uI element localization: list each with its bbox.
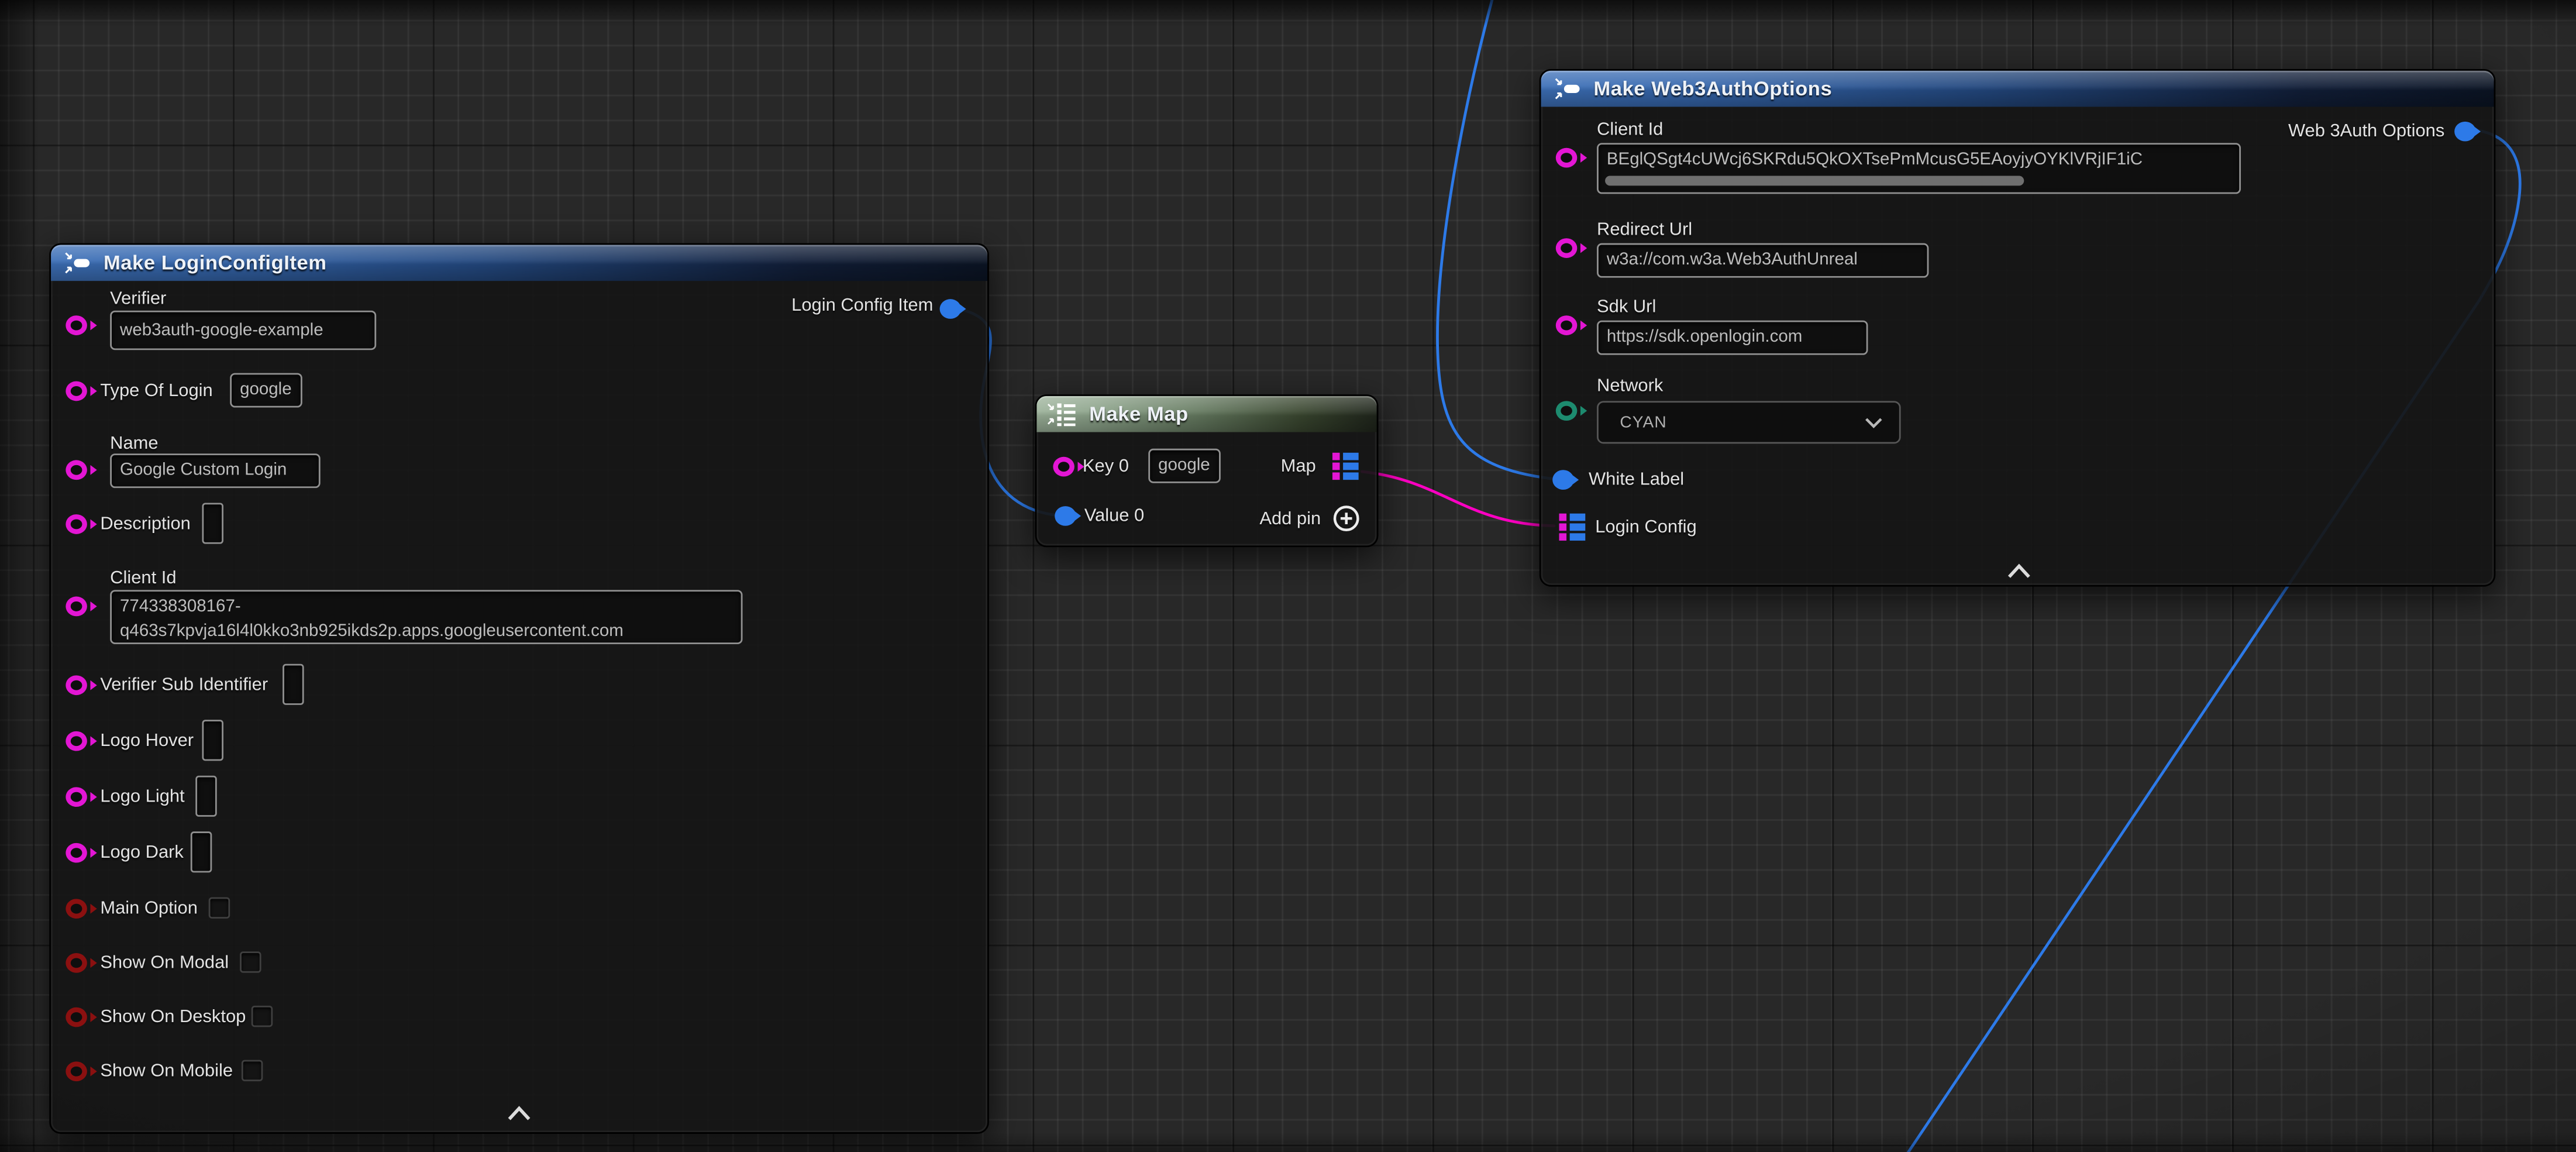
pin-label: Show On Desktop (100, 1007, 246, 1027)
pin-label: Login Config (1595, 518, 1697, 538)
blueprint-graph-canvas[interactable]: Make LoginConfigItem Login Config Item V… (0, 0, 2576, 1152)
chevron-down-icon (1865, 417, 1883, 428)
network-selected-value: CYAN (1620, 413, 1666, 431)
input-pin-white-label[interactable] (1552, 470, 1574, 490)
pin-label: Description (100, 514, 191, 534)
input-pin-redirect-url[interactable] (1556, 238, 1578, 258)
input-pin-logo-hover[interactable] (66, 731, 87, 751)
node-title: Make Map (1089, 403, 1189, 425)
node-header-make-web3authoptions[interactable]: Make Web3AuthOptions (1541, 71, 2494, 107)
pin-label: Type Of Login (100, 381, 212, 401)
node-make-web3authoptions[interactable]: Make Web3AuthOptions Web 3Auth Options C… (1540, 69, 2496, 587)
pin-label: Verifier Sub Identifier (100, 675, 268, 695)
input-pin-network[interactable] (1556, 401, 1578, 421)
input-pin-type-of-login[interactable] (66, 381, 87, 401)
input-pin-show-on-modal[interactable] (66, 953, 87, 973)
pin-label: Show On Modal (100, 953, 229, 973)
client-id-line1: 774338308167- (120, 597, 241, 617)
input-pin-client-id[interactable] (1556, 148, 1578, 168)
output-pin-login-config-item[interactable] (940, 299, 962, 319)
show-on-desktop-checkbox[interactable] (252, 1006, 273, 1027)
pin-label: White Label (1589, 470, 1684, 490)
type-of-login-input[interactable]: google (230, 373, 302, 408)
input-pin-verifier-sub-identifier[interactable] (66, 675, 87, 695)
name-input[interactable]: Google Custom Login (110, 453, 321, 488)
input-pin-main-option[interactable] (66, 899, 87, 919)
node-title: Make Web3AuthOptions (1593, 77, 1832, 100)
output-pin-map[interactable] (1332, 452, 1359, 482)
verifier-sub-identifier-input[interactable] (283, 664, 304, 705)
input-pin-name[interactable] (66, 460, 87, 480)
collapse-chevron-icon[interactable] (2006, 563, 2032, 578)
logo-hover-input[interactable] (202, 720, 223, 761)
collapse-chevron-icon[interactable] (506, 1106, 532, 1120)
output-pin-label: Login Config Item (791, 296, 933, 316)
sdk-url-input[interactable]: https://sdk.openlogin.com (1597, 321, 1868, 355)
input-pin-logo-light[interactable] (66, 787, 87, 807)
pin-label: Sdk Url (1597, 297, 1656, 317)
input-pin-key0[interactable] (1053, 457, 1075, 477)
output-pin-label: Web 3Auth Options (2288, 122, 2444, 142)
logo-light-input[interactable] (195, 776, 217, 817)
pin-label: Redirect Url (1597, 220, 1692, 240)
pin-label: Value 0 (1084, 506, 1145, 526)
show-on-modal-checkbox[interactable] (240, 951, 261, 973)
add-pin-button[interactable] (1332, 504, 1361, 532)
input-pin-logo-dark[interactable] (66, 843, 87, 863)
input-pin-description[interactable] (66, 514, 87, 534)
pin-label: Main Option (100, 899, 198, 919)
input-pin-verifier[interactable] (66, 315, 87, 335)
pin-label: Show On Mobile (100, 1061, 233, 1081)
input-pin-sdk-url[interactable] (1556, 315, 1578, 335)
key0-input[interactable]: google (1148, 449, 1221, 483)
redirect-url-input[interactable]: w3a://com.w3a.Web3AuthUnreal (1597, 243, 1928, 278)
field-scrollbar[interactable] (1605, 176, 2024, 186)
client-id-input[interactable]: BEglQSgt4cUWcj6SKRdu5QkOXTsePmMcusG5EAoy… (1597, 143, 2241, 194)
output-pin-web3auth-options[interactable] (2454, 122, 2476, 142)
wire-map-to-loginconfig[interactable] (1362, 472, 1554, 526)
make-map-icon (1046, 401, 1077, 427)
show-on-mobile-checkbox[interactable] (242, 1060, 263, 1082)
pin-label: Logo Light (100, 787, 184, 807)
node-title: Make LoginConfigItem (104, 252, 327, 274)
network-dropdown[interactable]: CYAN (1597, 401, 1901, 443)
pin-label: Key 0 (1083, 457, 1129, 477)
node-header-make-loginconfigitem[interactable]: Make LoginConfigItem (51, 245, 987, 281)
client-id-value: BEglQSgt4cUWcj6SKRdu5QkOXTsePmMcusG5EAoy… (1607, 150, 2143, 170)
pin-label: Name (110, 434, 158, 453)
pin-label: Verifier (110, 289, 166, 309)
client-id-line2: q463s7kpvja16l4l0kko3nb925ikds2p.apps.go… (120, 620, 624, 640)
add-pin-label: Add pin (1259, 510, 1321, 529)
pin-label: Logo Dark (100, 843, 184, 863)
node-header-make-map[interactable]: Make Map (1036, 396, 1376, 432)
input-pin-show-on-desktop[interactable] (66, 1007, 87, 1027)
pin-label: Network (1597, 376, 1663, 396)
pin-label: Client Id (110, 569, 176, 589)
input-pin-show-on-mobile[interactable] (66, 1061, 87, 1081)
node-make-map[interactable]: Make Map Key 0 google Map Value 0 Add pi… (1035, 394, 1378, 547)
pin-label: Client Id (1597, 120, 1663, 140)
node-make-loginconfigitem[interactable]: Make LoginConfigItem Login Config Item V… (49, 243, 989, 1134)
input-pin-login-config[interactable] (1559, 513, 1585, 542)
output-pin-label: Map (1281, 457, 1316, 477)
pin-label: Logo Hover (100, 731, 194, 751)
make-struct-icon (1554, 77, 1580, 100)
description-input[interactable] (202, 503, 223, 544)
main-option-checkbox[interactable] (209, 897, 230, 919)
logo-dark-input[interactable] (191, 831, 212, 872)
client-id-input[interactable]: 774338308167- q463s7kpvja16l4l0kko3nb925… (110, 590, 742, 644)
verifier-input[interactable]: web3auth-google-example (110, 311, 376, 350)
make-struct-icon (64, 252, 91, 274)
input-pin-client-id[interactable] (66, 597, 87, 617)
input-pin-value0[interactable] (1055, 506, 1076, 526)
